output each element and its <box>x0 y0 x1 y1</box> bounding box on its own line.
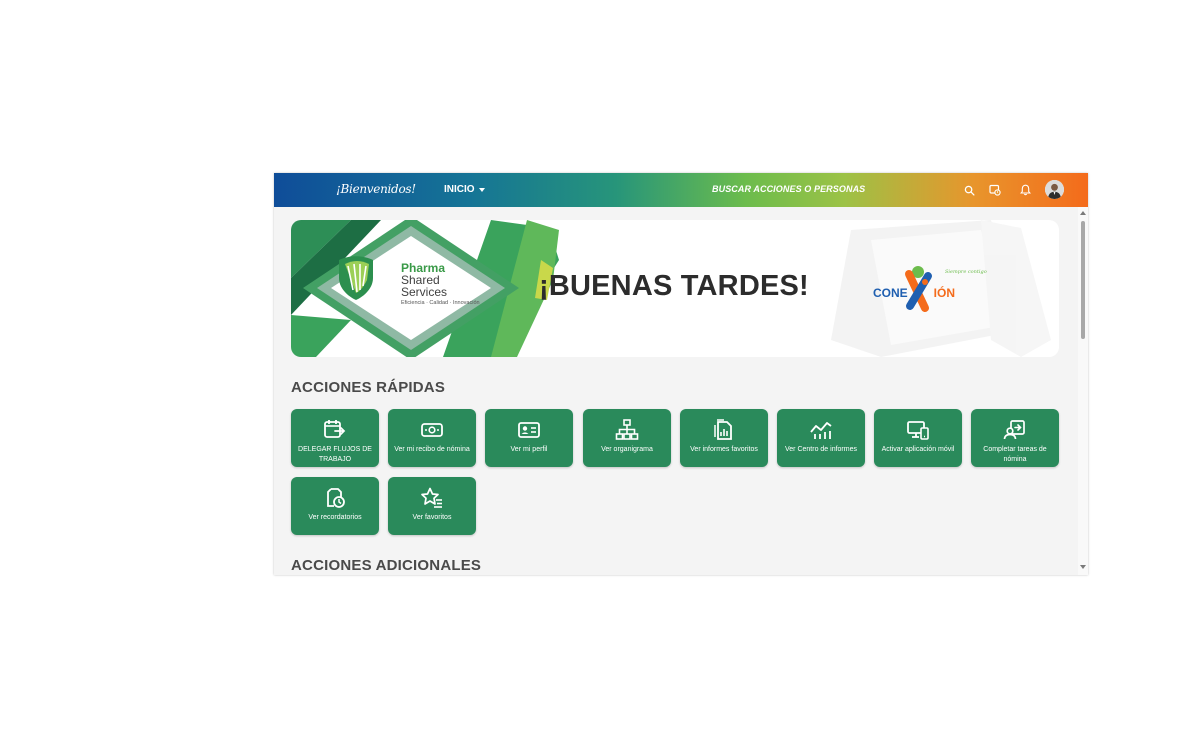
greeting-banner: Pharma Shared Services Eficiencia · Cali… <box>291 220 1059 357</box>
conexion-logo-left: CONE <box>873 286 908 300</box>
bell-icon[interactable] <box>1018 183 1032 197</box>
conexion-logo-right: IÓN <box>933 286 956 300</box>
reminders-tile[interactable]: Ver recordatorios <box>291 477 379 535</box>
reminders-icon[interactable] <box>988 183 1002 197</box>
top-navigation-bar: ¡Bienvenidos! INICIO BUSCAR ACCIONES O P… <box>274 173 1088 207</box>
activate-mobile-app-tile[interactable]: Activar aplicación móvil <box>874 409 962 467</box>
welcome-logo: ¡Bienvenidos! <box>336 182 416 196</box>
reminder-icon <box>327 488 345 508</box>
devices-icon <box>907 421 929 440</box>
line-chart-icon <box>810 422 832 439</box>
additional-actions-title: ACCIONES ADICIONALES <box>291 557 482 574</box>
scroll-up-arrow-icon[interactable] <box>1078 209 1088 217</box>
delegate-workflows-tile[interactable]: DELEGAR FLUJOS DE TRABAJO <box>291 409 379 467</box>
main-content: Pharma Shared Services Eficiencia · Cali… <box>274 207 1078 575</box>
tile-label: Ver Centro de informes <box>785 446 857 453</box>
scrollbar-thumb[interactable] <box>1081 221 1085 339</box>
brand-line3: Services <box>401 285 448 299</box>
inicio-label: INICIO <box>444 184 475 195</box>
chevron-down-icon <box>478 187 485 192</box>
scroll-down-arrow-icon[interactable] <box>1078 563 1088 571</box>
tile-label: Completar tareas de nómina <box>983 446 1047 463</box>
payroll-receipt-tile[interactable]: Ver mi recibo de nómina <box>388 409 476 467</box>
tile-label: Ver favoritos <box>412 514 452 521</box>
search-actions-people[interactable]: BUSCAR ACCIONES O PERSONAS <box>712 184 865 194</box>
tile-label: Ver organigrama <box>601 446 653 453</box>
org-chart-icon <box>615 419 639 440</box>
star-list-icon <box>421 487 442 508</box>
user-tasks-icon <box>1003 420 1025 440</box>
quick-actions-title: ACCIONES RÁPIDAS <box>291 379 446 396</box>
user-avatar[interactable] <box>1045 180 1064 199</box>
report-center-tile[interactable]: Ver Centro de informes <box>777 409 865 467</box>
pharma-brand-logo: Pharma Shared Services Eficiencia · Cali… <box>401 262 480 306</box>
org-chart-tile[interactable]: Ver organigrama <box>583 409 671 467</box>
my-profile-tile[interactable]: Ver mi perfil <box>485 409 573 467</box>
tile-label: DELEGAR FLUJOS DE TRABAJO <box>298 446 372 463</box>
favorites-tile[interactable]: Ver favoritos <box>388 477 476 535</box>
id-card-icon <box>518 422 540 438</box>
conexion-slogan: Siempre contigo <box>945 269 987 275</box>
money-icon <box>421 423 443 437</box>
conexion-logo: CONE IÓN <box>873 286 955 300</box>
inicio-menu[interactable]: INICIO <box>444 184 485 195</box>
brand-tagline: Eficiencia · Calidad · Innovación <box>401 300 480 306</box>
report-icon <box>714 419 732 440</box>
vertical-scrollbar[interactable] <box>1078 207 1088 575</box>
tile-label: Ver recordatorios <box>308 514 362 521</box>
tile-label: Ver informes favoritos <box>690 446 758 453</box>
payroll-tasks-tile[interactable]: Completar tareas de nómina <box>971 409 1059 467</box>
tile-label: Activar aplicación móvil <box>881 446 955 453</box>
tile-label: Ver mi perfil <box>510 446 548 453</box>
tile-label: Ver mi recibo de nómina <box>394 446 470 453</box>
favorite-reports-tile[interactable]: Ver informes favoritos <box>680 409 768 467</box>
calendar-delegate-icon <box>324 420 346 438</box>
greeting-text: ¡BUENAS TARDES! <box>539 270 809 302</box>
search-icon[interactable] <box>962 183 976 197</box>
app-window: ¡Bienvenidos! INICIO BUSCAR ACCIONES O P… <box>274 173 1088 575</box>
